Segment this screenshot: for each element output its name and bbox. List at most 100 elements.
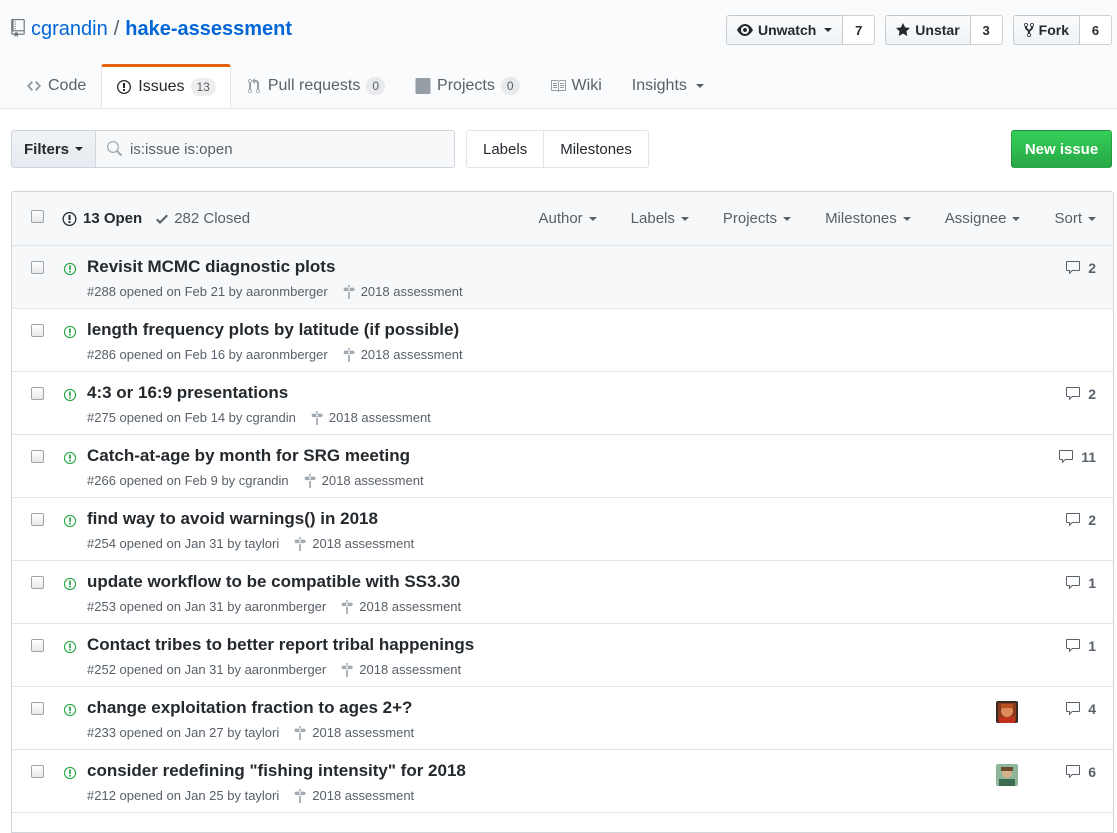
forks-count[interactable]: 6 bbox=[1080, 15, 1112, 45]
issue-rows: Revisit MCMC diagnostic plots #288 opene… bbox=[12, 246, 1113, 813]
tab-pull-requests[interactable]: Pull requests 0 bbox=[231, 64, 400, 106]
select-all-checkbox[interactable] bbox=[31, 210, 44, 223]
issues-counter: 13 bbox=[190, 78, 216, 96]
milestones-filter-label: Milestones bbox=[825, 210, 897, 227]
assignee-filter[interactable]: Assignee bbox=[945, 210, 1021, 227]
issue-milestone-link[interactable]: 2018 assessment bbox=[342, 284, 463, 299]
author-filter[interactable]: Author bbox=[538, 210, 597, 227]
issue-title-link[interactable]: length frequency plots by latitude (if p… bbox=[87, 320, 459, 340]
labels-filter[interactable]: Labels bbox=[631, 210, 689, 227]
issue-opened-by: #233 opened on Jan 27 by taylori bbox=[87, 725, 280, 740]
tab-insights[interactable]: Insights bbox=[617, 64, 719, 106]
issue-title-link[interactable]: Contact tribes to better report tribal h… bbox=[87, 635, 474, 655]
issue-row[interactable]: Revisit MCMC diagnostic plots #288 opene… bbox=[12, 246, 1113, 309]
issue-row[interactable]: Catch-at-age by month for SRG meeting #2… bbox=[12, 435, 1113, 498]
issue-milestone-link[interactable]: 2018 assessment bbox=[293, 788, 414, 803]
repo-name-link[interactable]: hake-assessment bbox=[125, 18, 292, 41]
issue-title-link[interactable]: Catch-at-age by month for SRG meeting bbox=[87, 446, 410, 466]
issue-opened-by: #212 opened on Jan 25 by taylori bbox=[87, 788, 280, 803]
repo-owner-link[interactable]: cgrandin bbox=[31, 18, 108, 41]
issue-checkbox[interactable] bbox=[31, 765, 44, 778]
issues-subnav: Filters is:issue is:open Labels Mileston… bbox=[11, 130, 1112, 168]
issue-opened-by: #288 opened on Feb 21 by aaronmberger bbox=[87, 284, 328, 299]
issue-milestone-link[interactable]: 2018 assessment bbox=[293, 725, 414, 740]
assignee-avatar[interactable] bbox=[996, 701, 1018, 723]
issue-checkbox[interactable] bbox=[31, 261, 44, 274]
issue-row[interactable]: find way to avoid warnings() in 2018 #25… bbox=[12, 498, 1113, 561]
stargazers-count[interactable]: 3 bbox=[970, 15, 1003, 45]
milestones-filter[interactable]: Milestones bbox=[825, 210, 911, 227]
issue-checkbox[interactable] bbox=[31, 639, 44, 652]
issue-milestone-link[interactable]: 2018 assessment bbox=[310, 410, 431, 425]
issue-checkbox[interactable] bbox=[31, 702, 44, 715]
unwatch-button[interactable]: Unwatch bbox=[725, 15, 844, 45]
issue-row[interactable]: change exploitation fraction to ages 2+?… bbox=[12, 687, 1113, 750]
issue-title-link[interactable]: update workflow to be compatible with SS… bbox=[87, 572, 460, 592]
issue-title-link[interactable]: find way to avoid warnings() in 2018 bbox=[87, 509, 378, 529]
star-group: Unstar 3 bbox=[885, 15, 1003, 45]
issue-meta: #275 opened on Feb 14 by cgrandin 2018 a… bbox=[87, 410, 431, 425]
assignee-avatar[interactable] bbox=[996, 764, 1018, 786]
labels-link[interactable]: Labels bbox=[466, 130, 545, 168]
issue-opened-icon bbox=[63, 640, 77, 654]
issue-row[interactable]: 4:3 or 16:9 presentations #275 opened on… bbox=[12, 372, 1113, 435]
issue-row[interactable]: update workflow to be compatible with SS… bbox=[12, 561, 1113, 624]
issue-comments-link[interactable]: 1 bbox=[1064, 638, 1096, 654]
issue-title-link[interactable]: change exploitation fraction to ages 2+? bbox=[87, 698, 412, 718]
issue-comments-link[interactable]: 4 bbox=[1064, 701, 1096, 717]
milestones-link[interactable]: Milestones bbox=[544, 130, 649, 168]
comments-count: 1 bbox=[1088, 575, 1096, 591]
issue-milestone-link[interactable]: 2018 assessment bbox=[340, 662, 461, 677]
issue-title-link[interactable]: 4:3 or 16:9 presentations bbox=[87, 383, 288, 403]
issue-milestone-link[interactable]: 2018 assessment bbox=[303, 473, 424, 488]
issue-comments-link[interactable]: 11 bbox=[1057, 449, 1096, 465]
tab-wiki[interactable]: Wiki bbox=[535, 64, 617, 106]
milestone-label: 2018 assessment bbox=[312, 725, 415, 740]
projects-filter[interactable]: Projects bbox=[722, 210, 792, 227]
watchers-count[interactable]: 7 bbox=[843, 15, 876, 45]
issue-opened-by: #254 opened on Jan 31 by taylori bbox=[87, 536, 280, 551]
issue-milestone-link[interactable]: 2018 assessment bbox=[342, 347, 463, 362]
tab-issues[interactable]: Issues 13 bbox=[101, 64, 231, 108]
unstar-button[interactable]: Unstar bbox=[885, 15, 971, 45]
projects-filter-label: Projects bbox=[722, 210, 778, 227]
issue-milestone-link[interactable]: 2018 assessment bbox=[340, 599, 461, 614]
chevron-down-icon bbox=[783, 216, 792, 221]
table-filters: Author Labels Projects Milestones Assign… bbox=[504, 210, 1096, 227]
issue-checkbox[interactable] bbox=[31, 387, 44, 400]
issue-milestone-link[interactable]: 2018 assessment bbox=[293, 536, 414, 551]
milestone-label: 2018 assessment bbox=[321, 473, 424, 488]
new-issue-button[interactable]: New issue bbox=[1011, 130, 1112, 168]
comment-icon bbox=[1059, 450, 1074, 464]
sort-filter[interactable]: Sort bbox=[1054, 210, 1096, 227]
tab-code[interactable]: Code bbox=[11, 64, 101, 106]
issue-row[interactable]: Contact tribes to better report tribal h… bbox=[12, 624, 1113, 687]
milestone-icon bbox=[295, 536, 307, 551]
issue-opened-by: #275 opened on Feb 14 by cgrandin bbox=[87, 410, 296, 425]
issue-comments-link[interactable]: 6 bbox=[1064, 764, 1096, 780]
closed-issues-link[interactable]: 282 Closed bbox=[156, 210, 250, 227]
issue-comments-link[interactable]: 2 bbox=[1064, 260, 1096, 276]
comments-count: 11 bbox=[1081, 449, 1096, 465]
tab-projects[interactable]: Projects 0 bbox=[400, 64, 534, 106]
issues-search-input[interactable]: is:issue is:open bbox=[95, 130, 455, 168]
issue-meta: #233 opened on Jan 27 by taylori 2018 as… bbox=[87, 725, 414, 740]
issue-title-link[interactable]: consider redefining "fishing intensity" … bbox=[87, 761, 466, 781]
fork-button[interactable]: Fork bbox=[1012, 15, 1080, 45]
issue-row[interactable]: consider redefining "fishing intensity" … bbox=[12, 750, 1113, 813]
filters-dropdown[interactable]: Filters bbox=[11, 130, 96, 168]
assignee-filter-label: Assignee bbox=[944, 210, 1007, 227]
issue-comments-link[interactable]: 2 bbox=[1064, 386, 1096, 402]
milestone-icon bbox=[342, 662, 354, 677]
issue-comments-link[interactable]: 2 bbox=[1064, 512, 1096, 528]
issue-row[interactable]: length frequency plots by latitude (if p… bbox=[12, 309, 1113, 372]
open-issues-link[interactable]: 13 Open bbox=[62, 210, 142, 227]
issue-checkbox[interactable] bbox=[31, 576, 44, 589]
issue-checkbox[interactable] bbox=[31, 450, 44, 463]
issue-comments-link[interactable]: 1 bbox=[1064, 575, 1096, 591]
issue-checkbox[interactable] bbox=[31, 513, 44, 526]
issue-meta: #254 opened on Jan 31 by taylori 2018 as… bbox=[87, 536, 414, 551]
chevron-down-icon bbox=[680, 216, 689, 221]
issue-checkbox[interactable] bbox=[31, 324, 44, 337]
issue-title-link[interactable]: Revisit MCMC diagnostic plots bbox=[87, 257, 335, 277]
